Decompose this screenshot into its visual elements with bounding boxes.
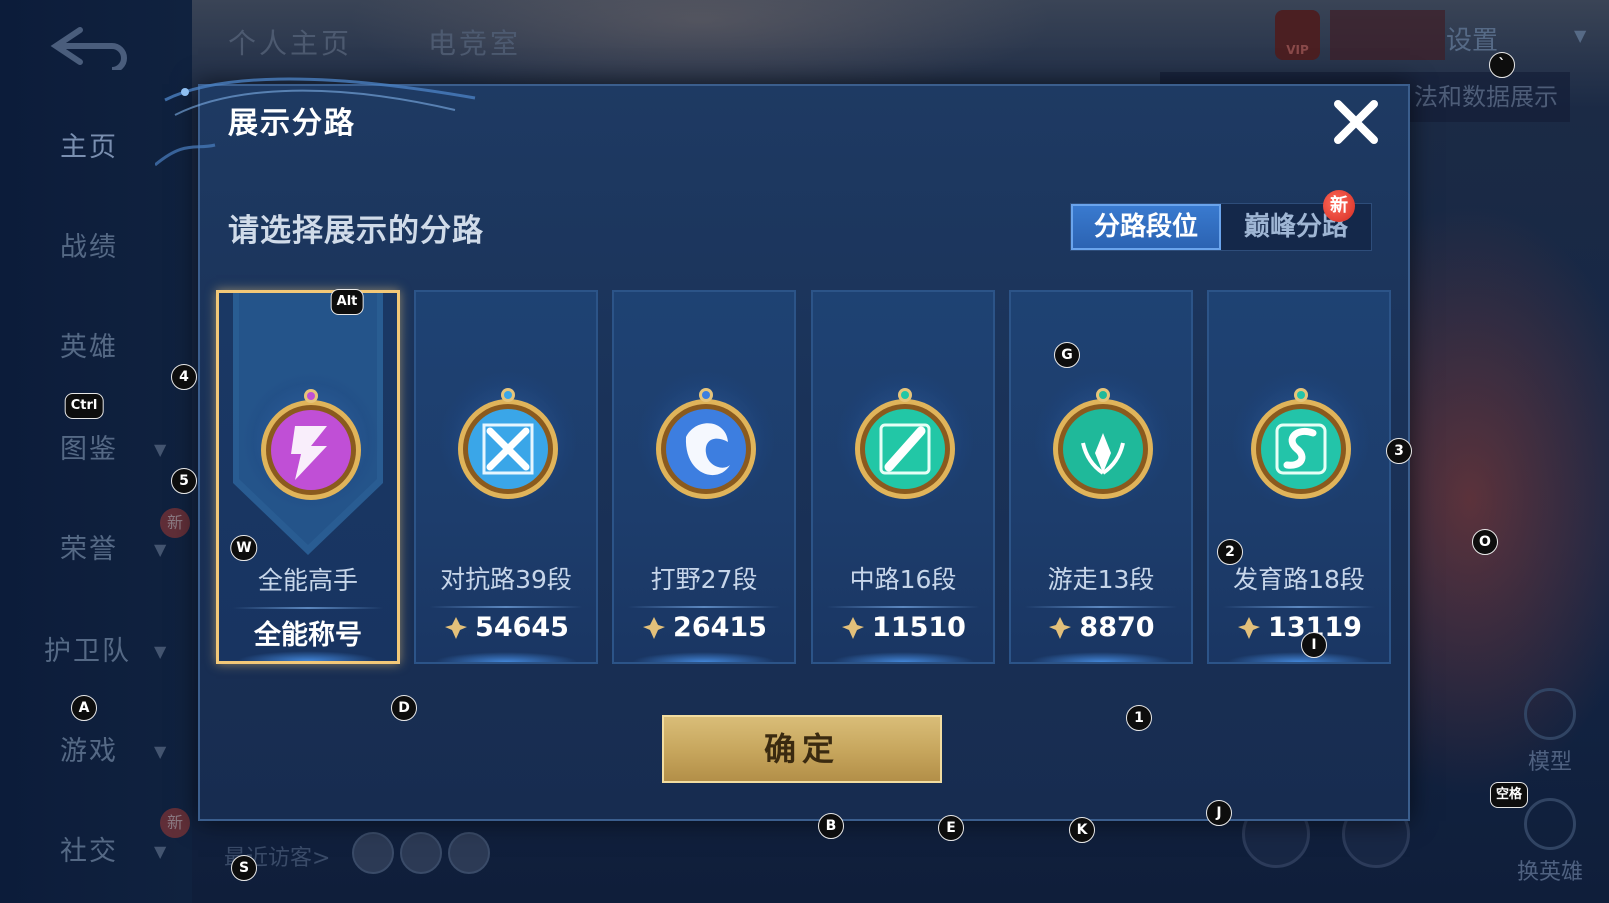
confirm-button[interactable]: 确定 [662, 715, 942, 783]
hotkey-hint-badge: B [818, 813, 844, 839]
avatar[interactable] [400, 832, 442, 874]
lane-score: 全能称号 [219, 613, 397, 652]
hotkey-hint-badge: ` [1489, 52, 1515, 78]
hotkey-hint-badge: K [1069, 817, 1095, 843]
hotkey-hint-badge: D [391, 695, 417, 721]
hotkey-hint-badge: J [1206, 800, 1232, 826]
combat-power-icon [445, 616, 468, 639]
combat-power-icon [1238, 616, 1261, 639]
change-hero-label: 换英雄 [1516, 860, 1583, 885]
lane-name: 中路16段 [849, 565, 957, 594]
lane-score-value: 8870 [1079, 612, 1155, 643]
lane-score: 54645 [416, 612, 596, 643]
card-glow [831, 652, 975, 662]
avatar[interactable] [352, 832, 394, 874]
chevron-down-icon: ▼ [1574, 26, 1587, 45]
lane-card[interactable]: 中路16段 11510 [811, 290, 995, 664]
avatar[interactable] [448, 832, 490, 874]
model-label: 模型 [1527, 750, 1572, 775]
hotkey-hint-badge: 3 [1386, 438, 1412, 464]
farm-lane-emblem-icon [1251, 388, 1351, 499]
chevron-down-icon: ▼ [154, 642, 169, 661]
chevron-down-icon: ▼ [154, 742, 169, 761]
lane-score: 11510 [813, 612, 993, 643]
hotkey-hint-badge: 4 [171, 364, 197, 390]
card-glow [434, 652, 578, 662]
lane-score: 13119 [1209, 612, 1389, 643]
strip-text: 法和数据展示 [1414, 83, 1558, 111]
vip-badge: VIP [1275, 10, 1320, 60]
lane-card[interactable]: 打野27段 26415 [612, 290, 796, 664]
combat-power-icon [1049, 616, 1072, 639]
nav-item-heroes[interactable]: 英雄 [0, 318, 192, 378]
new-badge: 新 [1323, 190, 1355, 222]
back-arrow-icon[interactable] [50, 24, 130, 70]
nav-item-game[interactable]: 游戏 ▼ [0, 722, 192, 782]
model-icon [1524, 688, 1576, 740]
hotkey-hint-badge: 5 [171, 468, 197, 494]
card-glow [1227, 652, 1371, 662]
tab-lane-rank[interactable]: 分路段位 [1071, 204, 1221, 250]
lane-name: 打野27段 [650, 565, 758, 594]
hotkey-hint-badge: Ctrl [64, 393, 104, 419]
lane-name: 游走13段 [1047, 565, 1155, 594]
card-divider [1025, 606, 1177, 608]
jungle-emblem-icon [656, 388, 756, 499]
hotkey-hint-badge: O [1472, 529, 1498, 555]
roam-emblem-icon [1053, 388, 1153, 499]
card-divider [233, 607, 383, 609]
dialog-subtitle: 请选择展示的分路 [228, 213, 484, 249]
nav-new-badge: 新 [160, 508, 190, 538]
hotkey-hint-badge: E [938, 815, 964, 841]
hotkey-hint-badge: Alt [330, 289, 364, 315]
tab-personal-home[interactable]: 个人主页 [228, 22, 352, 62]
hotkey-hint-badge: S [231, 855, 257, 881]
lane-score-value: 26415 [673, 612, 767, 643]
combat-power-icon [643, 616, 666, 639]
card-glow [1029, 652, 1173, 662]
lane-name: 对抗路39段 [440, 565, 572, 594]
lane-card[interactable]: 发育路18段 13119 [1207, 290, 1391, 664]
tab-esports[interactable]: 电竞室 [428, 22, 521, 62]
close-icon[interactable] [1330, 96, 1382, 148]
lane-card[interactable]: 对抗路39段 54645 [414, 290, 598, 664]
card-divider [430, 606, 582, 608]
background-banner [1330, 10, 1445, 60]
lane-name: 发育路18段 [1233, 565, 1365, 594]
nav-item-guard[interactable]: 护卫队 ▼ [0, 622, 192, 682]
lane-score-value: 54645 [475, 612, 569, 643]
clash-lane-emblem-icon [458, 388, 558, 499]
dialog-title: 展示分路 [228, 106, 356, 141]
change-hero-icon [1524, 798, 1576, 850]
change-hero-button[interactable]: 换英雄 [1515, 798, 1585, 886]
hotkey-hint-badge: 1 [1126, 705, 1152, 731]
hotkey-hint-badge: A [71, 695, 97, 721]
settings-button[interactable]: 设置 ▼ [1446, 20, 1586, 60]
all-round-emblem-icon [261, 389, 361, 500]
mid-lane-emblem-icon [855, 388, 955, 499]
lane-card[interactable]: 游走13段 8870 [1009, 290, 1193, 664]
lane-score: 8870 [1011, 612, 1191, 643]
combat-power-icon [842, 616, 865, 639]
settings-label: 设置 [1446, 26, 1499, 56]
lane-name: 全能高手 [257, 566, 358, 595]
lane-score: 26415 [614, 612, 794, 643]
nav-item-codex[interactable]: 图鉴 ▼ [0, 420, 192, 480]
hotkey-hint-badge: 2 [1217, 539, 1243, 565]
chevron-down-icon: ▼ [154, 440, 169, 459]
nav-item-record[interactable]: 战绩 [0, 218, 192, 278]
card-divider [628, 606, 780, 608]
card-glow [632, 652, 776, 662]
lane-card[interactable]: 全能高手 全能称号 [216, 290, 400, 664]
lane-score-value: 11510 [872, 612, 966, 643]
hotkey-hint-badge: G [1054, 342, 1080, 368]
nav-new-badge: 新 [160, 808, 190, 838]
hotkey-hint-badge: 空格 [1489, 782, 1529, 808]
model-button[interactable]: 模型 [1515, 688, 1585, 776]
lane-score-value: 全能称号 [254, 620, 362, 651]
card-glow [236, 651, 380, 661]
hotkey-hint-badge: I [1301, 632, 1327, 658]
card-divider [1223, 606, 1375, 608]
card-divider [827, 606, 979, 608]
